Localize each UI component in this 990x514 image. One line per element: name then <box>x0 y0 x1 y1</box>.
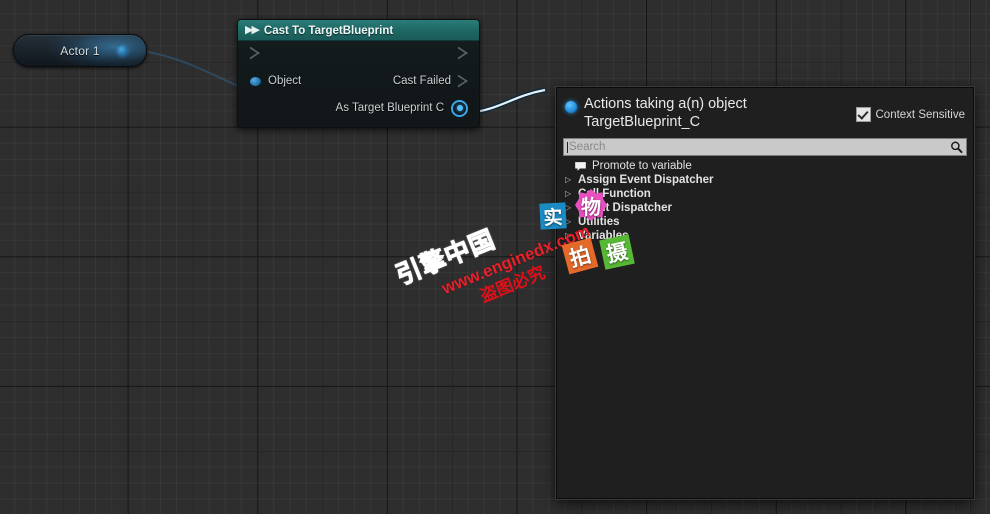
chevron-right-icon[interactable]: ▷ <box>565 218 573 226</box>
list-item-label: Call Function <box>578 188 651 200</box>
context-menu-title-line2: TargetBlueprint_C <box>584 114 701 130</box>
actor-1-node[interactable]: Actor 1 <box>13 34 147 67</box>
context-menu-title-line1: Actions taking a(n) object <box>584 96 747 112</box>
exec-out-icon <box>458 74 468 88</box>
object-pin-label: Object <box>268 75 302 87</box>
chevron-right-icon[interactable]: ▷ <box>565 176 573 184</box>
cast-exec-row <box>238 43 479 63</box>
cast-failed-pin[interactable]: Cast Failed <box>392 74 468 88</box>
cast-failed-label: Cast Failed <box>392 75 451 87</box>
context-sensitive-label: Context Sensitive <box>875 108 966 121</box>
as-target-blueprint-label: As Target Blueprint C <box>335 102 444 114</box>
context-action-menu[interactable]: Actions taking a(n) object TargetBluepri… <box>555 86 975 500</box>
exec-out-pin[interactable] <box>458 46 468 60</box>
wire-actor-to-object <box>137 49 253 93</box>
list-item-label: Assign Event Dispatcher <box>578 174 714 186</box>
actor-1-label: Actor 1 <box>60 43 100 58</box>
list-item-label: Promote to variable <box>592 160 692 172</box>
exec-out-icon <box>458 46 468 60</box>
exec-in-pin[interactable] <box>250 46 260 60</box>
context-menu-header: Actions taking a(n) object TargetBluepri… <box>557 88 973 135</box>
object-ref-pin-icon <box>451 99 468 117</box>
cast-node-title: Cast To TargetBlueprint <box>263 24 394 37</box>
object-pin-icon <box>250 76 261 86</box>
chevron-right-icon[interactable]: ▷ <box>565 232 573 240</box>
chevron-right-icon[interactable]: ▷ <box>565 190 573 198</box>
action-list[interactable]: Promote to variable ▷ Assign Event Dispa… <box>557 156 973 243</box>
cast-to-targetblueprint-node[interactable]: ▶▶ Cast To TargetBlueprint Object Cast F… <box>237 19 480 128</box>
cast-object-row: Object Cast Failed <box>238 71 479 91</box>
watermark-brand: 引擎中国 <box>392 225 500 291</box>
search-placeholder: Search <box>569 141 606 153</box>
blueprint-graph-canvas[interactable]: Actor 1 ▶▶ Cast To TargetBlueprint Objec… <box>0 0 990 514</box>
exec-in-icon <box>250 46 260 60</box>
list-item-assign-event-dispatcher[interactable]: ▷ Assign Event Dispatcher <box>557 173 973 187</box>
list-item-call-function[interactable]: ▷ Call Function <box>557 187 973 201</box>
search-field[interactable]: Search <box>563 138 967 156</box>
object-type-dot-icon <box>565 101 577 113</box>
search-icon[interactable] <box>950 141 963 154</box>
cast-as-target-row: As Target Blueprint C <box>238 98 479 118</box>
context-menu-title: Actions taking a(n) object TargetBluepri… <box>584 95 747 131</box>
list-item-label: Utilities <box>578 216 620 228</box>
list-item-utilities[interactable]: ▷ Utilities <box>557 215 973 229</box>
as-target-blueprint-pin[interactable]: As Target Blueprint C <box>335 99 468 117</box>
object-input-pin[interactable]: Object <box>250 75 301 87</box>
chevron-right-icon[interactable]: ▷ <box>565 204 573 212</box>
watermark-warning: 盗图必究 <box>477 262 548 306</box>
cast-node-header: ▶▶ Cast To TargetBlueprint <box>238 20 479 41</box>
list-item-label: Event Dispatcher <box>578 202 672 214</box>
list-item-variables[interactable]: ▷ Variables <box>557 229 973 243</box>
list-item-event-dispatcher[interactable]: ▷ Event Dispatcher <box>557 201 973 215</box>
list-item-label: Variables <box>578 230 629 242</box>
text-caret <box>567 141 568 153</box>
object-pin-icon[interactable] <box>117 45 128 56</box>
cast-node-body: Object Cast Failed As Target Blueprint C <box>238 41 479 127</box>
context-sensitive-checkbox[interactable] <box>855 107 871 122</box>
promote-variable-icon <box>575 161 586 171</box>
list-item-promote-to-variable[interactable]: Promote to variable <box>557 159 973 173</box>
context-sensitive-toggle[interactable]: Context Sensitive <box>855 107 966 122</box>
double-arrow-icon: ▶▶ <box>245 24 260 36</box>
